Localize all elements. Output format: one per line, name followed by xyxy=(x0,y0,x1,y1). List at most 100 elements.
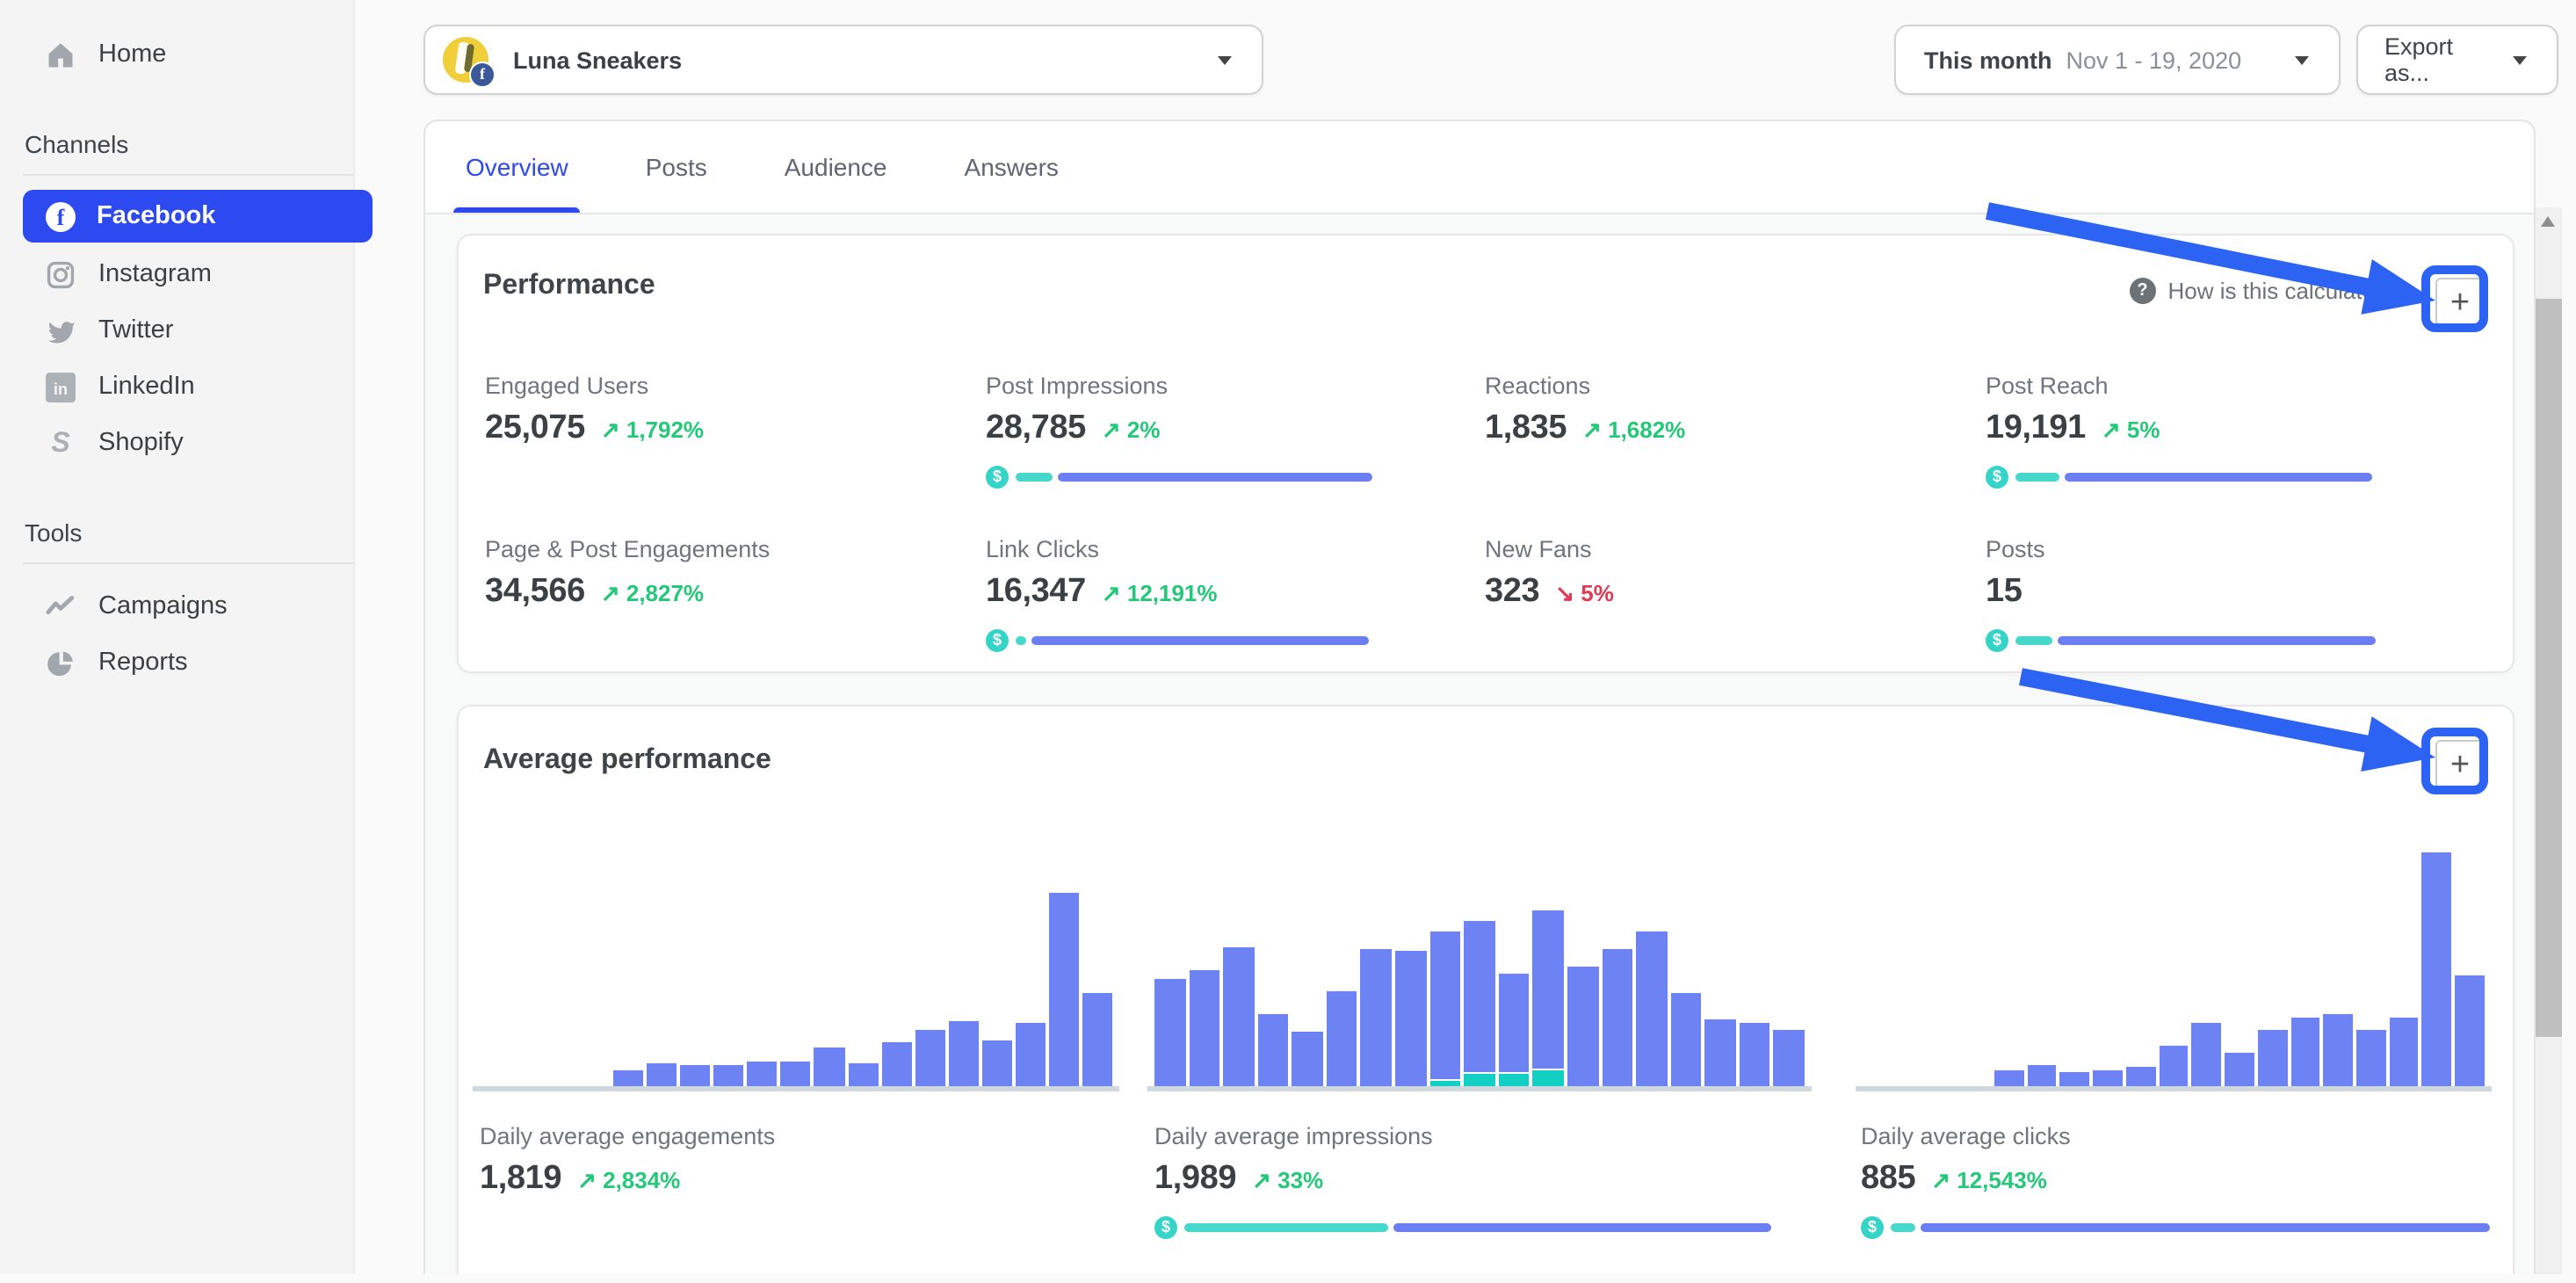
expand-performance-button[interactable]: + xyxy=(2435,278,2485,327)
divider xyxy=(23,562,353,564)
sidebar-item-twitter[interactable]: Twitter xyxy=(0,302,353,359)
metric-post-impressions: Post Impressions 28,785↗ 2% $ xyxy=(986,373,1478,399)
facebook-badge-icon: f xyxy=(469,62,496,88)
tab-answers[interactable]: Answers xyxy=(965,121,1059,213)
metric-value: 1,835 xyxy=(1485,410,1567,448)
vertical-scrollbar[interactable] xyxy=(2536,207,2562,1274)
tab-bar: Overview Posts Audience Answers xyxy=(425,121,2534,214)
metric-label: Post Reach xyxy=(1986,373,2478,399)
sidebar-item-shopify[interactable]: S Shopify xyxy=(0,415,353,471)
metric-value: 15 xyxy=(1986,573,2022,612)
metric-daily-average-engagements: Daily average engagements 1,819↗ 2,834% … xyxy=(480,1123,1112,1149)
sidebar-item-campaigns[interactable]: Campaigns xyxy=(0,578,353,634)
sidebar-item-label: LinkedIn xyxy=(98,373,195,401)
metric-label: Link Clicks xyxy=(986,536,1478,562)
metric-posts: Posts 15 $ xyxy=(1986,536,2478,562)
channels-section-header: Channels xyxy=(0,130,353,158)
tools-section-header: Tools xyxy=(0,518,353,547)
sidebar-item-label: Instagram xyxy=(98,260,212,288)
metric-value: 885 xyxy=(1861,1160,1915,1199)
analytics-app: Home Channels f Facebook Instagram Twitt… xyxy=(0,0,2576,1274)
help-link[interactable]: ? How is this calculated? xyxy=(2130,278,2400,304)
tab-audience[interactable]: Audience xyxy=(785,121,887,213)
paid-dollar-icon: $ xyxy=(1861,1216,1884,1239)
svg-text:in: in xyxy=(54,379,68,397)
account-avatar: f xyxy=(443,37,488,83)
metric-value: 19,191 xyxy=(1986,410,2086,448)
metric-label: Daily average clicks xyxy=(1861,1123,2483,1149)
metric-daily-average-impressions: Daily average impressions 1,989↗ 33% $ xyxy=(1154,1123,1805,1149)
date-preset-label: This month xyxy=(1924,47,2052,73)
metric-page-post-engagements: Page & Post Engagements 34,566↗ 2,827% $ xyxy=(485,536,977,562)
metric-label: New Fans xyxy=(1485,536,1977,562)
metric-daily-average-clicks: Daily average clicks 885↗ 12,543% $ xyxy=(1861,1123,2483,1149)
metric-delta: ↗ 12,191% xyxy=(1102,580,1218,608)
metric-delta: ↗ 2% xyxy=(1102,417,1161,445)
scrollbar-thumb[interactable] xyxy=(2536,299,2562,1037)
shopify-icon: S xyxy=(46,428,76,458)
export-label: Export as... xyxy=(2384,33,2497,86)
clicks-bar-chart xyxy=(1863,852,2485,1086)
metric-delta: ↗ 33% xyxy=(1252,1167,1323,1195)
paid-organic-bar: $ xyxy=(1986,466,2381,489)
paid-organic-bar: $ xyxy=(986,629,1381,652)
help-label: How is this calculated? xyxy=(2168,278,2400,304)
sidebar-item-label: Facebook xyxy=(97,202,215,230)
chevron-down-icon xyxy=(1218,55,1232,64)
metric-label: Reactions xyxy=(1485,373,1977,399)
metric-link-clicks: Link Clicks 16,347↗ 12,191% $ xyxy=(986,536,1478,562)
metric-value: 34,566 xyxy=(485,573,585,612)
tab-overview[interactable]: Overview xyxy=(466,121,568,213)
sidebar-item-label: Shopify xyxy=(98,429,184,457)
metric-label: Engaged Users xyxy=(485,373,977,399)
facebook-icon: f xyxy=(46,201,76,231)
metric-delta: ↗ 1,792% xyxy=(601,417,704,445)
chart-baseline xyxy=(1856,1086,2492,1091)
average-performance-title: Average performance xyxy=(483,745,771,777)
reports-pie-icon xyxy=(46,648,76,678)
instagram-icon xyxy=(46,259,76,289)
metric-value: 1,989 xyxy=(1154,1160,1236,1199)
sidebar-item-label: Twitter xyxy=(98,316,173,344)
sidebar-item-home[interactable]: Home xyxy=(0,26,353,83)
metric-value: 323 xyxy=(1485,573,1539,612)
home-icon xyxy=(46,40,76,69)
metric-delta: ↗ 2,827% xyxy=(601,580,704,608)
performance-title: Performance xyxy=(483,271,655,302)
date-range-label: Nov 1 - 19, 2020 xyxy=(2066,47,2242,73)
paid-dollar-icon: $ xyxy=(986,466,1009,489)
paid-organic-bar: $ xyxy=(986,466,1381,489)
campaigns-trend-icon xyxy=(46,591,76,621)
account-selector[interactable]: f Luna Sneakers xyxy=(423,25,1263,95)
performance-card: Performance ? How is this calculated? + … xyxy=(457,234,2514,673)
metric-reactions: Reactions 1,835↗ 1,682% $ xyxy=(1485,373,1977,399)
tab-posts[interactable]: Posts xyxy=(646,121,707,213)
sidebar-item-label: Reports xyxy=(98,649,188,677)
export-as-button[interactable]: Export as... xyxy=(2356,25,2558,95)
sidebar-item-facebook[interactable]: f Facebook xyxy=(23,190,373,243)
main-panel: Overview Posts Audience Answers Performa… xyxy=(423,120,2536,1274)
paid-organic-bar: $ xyxy=(1154,1216,1803,1239)
metric-label: Posts xyxy=(1986,536,2478,562)
impressions-bar-chart xyxy=(1154,910,1805,1086)
metric-delta: ↗ 2,834% xyxy=(577,1167,680,1195)
question-icon: ? xyxy=(2130,278,2156,304)
metric-label: Post Impressions xyxy=(986,373,1478,399)
divider xyxy=(23,174,353,176)
chart-baseline xyxy=(473,1086,1119,1091)
sidebar-item-label: Campaigns xyxy=(98,592,228,620)
metric-label: Daily average engagements xyxy=(480,1123,1112,1149)
twitter-icon xyxy=(46,315,76,345)
metric-delta: ↗ 5% xyxy=(2102,417,2160,445)
date-range-selector[interactable]: This month Nov 1 - 19, 2020 xyxy=(1894,25,2341,95)
sidebar-item-linkedin[interactable]: in LinkedIn xyxy=(0,359,353,415)
paid-dollar-icon: $ xyxy=(986,629,1009,652)
metric-label: Daily average impressions xyxy=(1154,1123,1805,1149)
account-name: Luna Sneakers xyxy=(513,47,682,73)
scrollbar-up-button[interactable] xyxy=(2541,216,2555,227)
paid-organic-bar: $ xyxy=(1986,629,2381,652)
sidebar-item-reports[interactable]: Reports xyxy=(0,634,353,691)
sidebar-item-instagram[interactable]: Instagram xyxy=(0,246,353,302)
chevron-down-icon xyxy=(2513,55,2527,64)
expand-average-performance-button[interactable]: + xyxy=(2435,740,2485,789)
